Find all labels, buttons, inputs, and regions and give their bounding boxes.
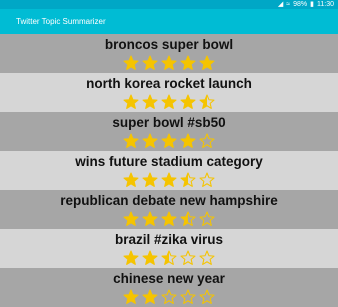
star-empty-icon	[199, 289, 215, 304]
topic-title: wins future stadium category	[75, 154, 263, 169]
star-half-icon	[180, 172, 196, 187]
wifi-icon: ≈	[286, 1, 291, 8]
topic-row[interactable]: wins future stadium category	[0, 151, 338, 190]
star-full-icon	[142, 289, 158, 304]
star-empty-icon	[199, 250, 215, 265]
star-full-icon	[123, 211, 139, 226]
star-full-icon	[142, 94, 158, 109]
app-bar: Twitter Topic Summarizer	[0, 9, 338, 34]
star-full-icon	[161, 133, 177, 148]
star-full-icon	[142, 172, 158, 187]
battery-icon: ▮	[310, 1, 314, 8]
rating-stars	[0, 250, 338, 266]
rating-stars	[0, 211, 338, 227]
app-title: Twitter Topic Summarizer	[16, 17, 106, 26]
star-half-icon	[180, 211, 196, 226]
star-full-icon	[142, 55, 158, 70]
topic-row[interactable]: chinese new year	[0, 268, 338, 307]
star-empty-icon	[161, 289, 177, 304]
star-full-icon	[161, 211, 177, 226]
topic-title: brazil #zika virus	[114, 232, 224, 247]
topic-title: broncos super bowl	[104, 37, 234, 52]
topic-row[interactable]: north korea rocket launch	[0, 73, 338, 112]
star-full-icon	[161, 55, 177, 70]
star-full-icon	[199, 55, 215, 70]
star-full-icon	[161, 172, 177, 187]
star-full-icon	[142, 211, 158, 226]
star-full-icon	[180, 94, 196, 109]
star-empty-icon	[180, 250, 196, 265]
rating-stars	[0, 133, 338, 149]
topic-row[interactable]: brazil #zika virus	[0, 229, 338, 268]
star-full-icon	[180, 133, 196, 148]
topic-title: chinese new year	[113, 271, 225, 286]
star-full-icon	[142, 133, 158, 148]
star-full-icon	[123, 289, 139, 304]
star-full-icon	[123, 133, 139, 148]
topic-list: broncos super bowl north korea rocket la…	[0, 34, 338, 307]
star-empty-icon	[199, 133, 215, 148]
star-half-icon	[161, 250, 177, 265]
star-full-icon	[123, 94, 139, 109]
star-full-icon	[123, 55, 139, 70]
rating-stars	[0, 172, 338, 188]
topic-row[interactable]: broncos super bowl	[0, 34, 338, 73]
rating-stars	[0, 94, 338, 110]
signal-icon: ◢	[277, 1, 284, 8]
clock: 11:30	[317, 1, 334, 8]
star-full-icon	[142, 250, 158, 265]
star-empty-icon	[180, 289, 196, 304]
status-bar: ◢ ≈ 98% ▮ 11:30	[0, 0, 338, 9]
star-full-icon	[180, 55, 196, 70]
star-empty-icon	[199, 211, 215, 226]
battery-percent: 98%	[293, 1, 308, 8]
star-full-icon	[123, 250, 139, 265]
rating-stars	[0, 55, 338, 71]
topic-row[interactable]: republican debate new hampshire	[0, 190, 338, 229]
topic-title: north korea rocket launch	[86, 76, 252, 91]
topic-title: republican debate new hampshire	[60, 193, 278, 208]
star-full-icon	[123, 172, 139, 187]
rating-stars	[0, 289, 338, 305]
star-full-icon	[161, 94, 177, 109]
star-half-icon	[199, 94, 215, 109]
star-empty-icon	[199, 172, 215, 187]
topic-title: super bowl #sb50	[112, 115, 226, 130]
topic-row[interactable]: super bowl #sb50	[0, 112, 338, 151]
